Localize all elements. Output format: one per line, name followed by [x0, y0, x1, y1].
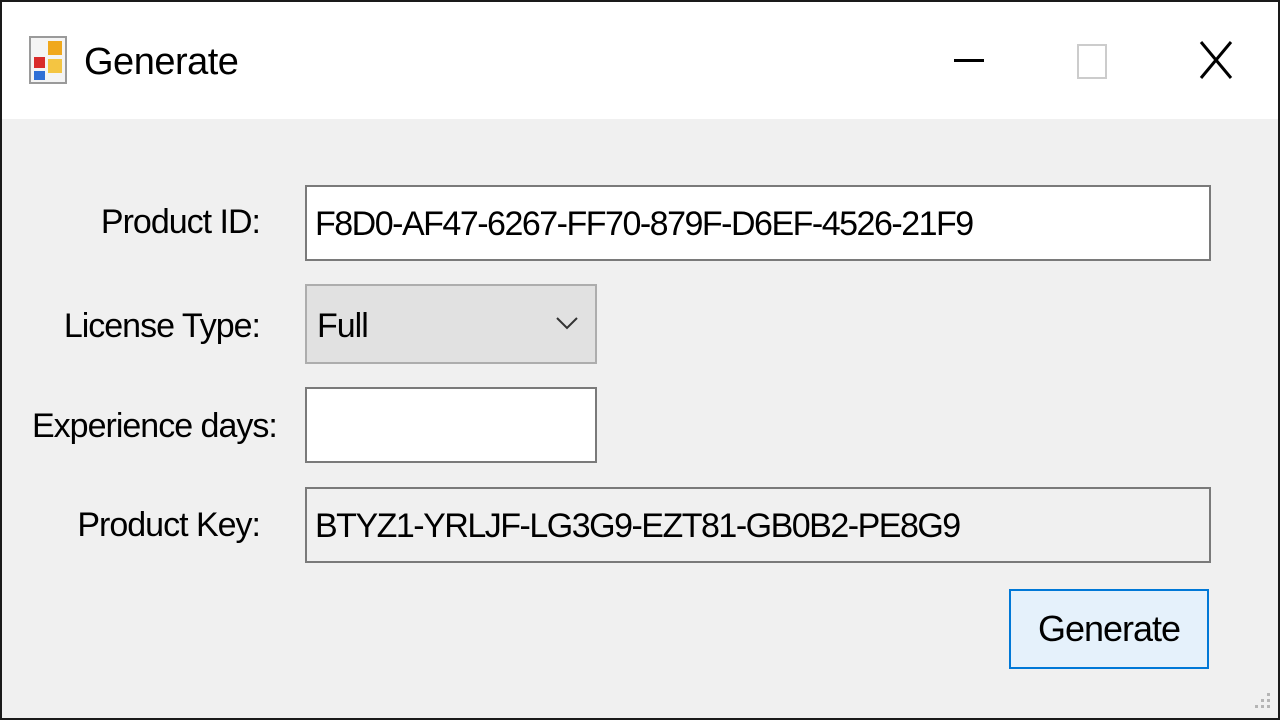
generate-button[interactable]: Generate: [1009, 589, 1209, 669]
resize-grip-icon[interactable]: [1250, 688, 1272, 710]
product-id-field[interactable]: F8D0-AF47-6267-FF70-879F-D6EF-4526-21F9: [305, 185, 1211, 261]
generate-window: Generate Product ID: F8D0-AF47-6267-FF70…: [0, 0, 1280, 720]
title-bar[interactable]: Generate: [2, 2, 1278, 119]
maximize-button[interactable]: [1030, 2, 1154, 119]
chevron-down-icon: [556, 317, 578, 330]
product-key-field[interactable]: BTYZ1-YRLJF-LG3G9-EZT81-GB0B2-PE8G9: [305, 487, 1211, 563]
license-type-dropdown[interactable]: Full: [305, 284, 597, 364]
close-icon: [1199, 41, 1233, 79]
product-key-label: Product Key:: [77, 506, 261, 544]
license-type-selected: Full: [317, 307, 369, 345]
minimize-button[interactable]: [906, 2, 1030, 119]
close-button[interactable]: [1154, 2, 1278, 119]
minimize-icon: [954, 59, 984, 62]
license-type-label: License Type:: [63, 307, 261, 345]
window-title: Generate: [84, 41, 239, 83]
app-icon: [29, 36, 67, 84]
experience-days-field[interactable]: [305, 387, 597, 463]
maximize-icon: [1077, 44, 1107, 79]
experience-days-label: Experience days:: [32, 407, 278, 445]
product-id-label: Product ID:: [100, 203, 261, 241]
